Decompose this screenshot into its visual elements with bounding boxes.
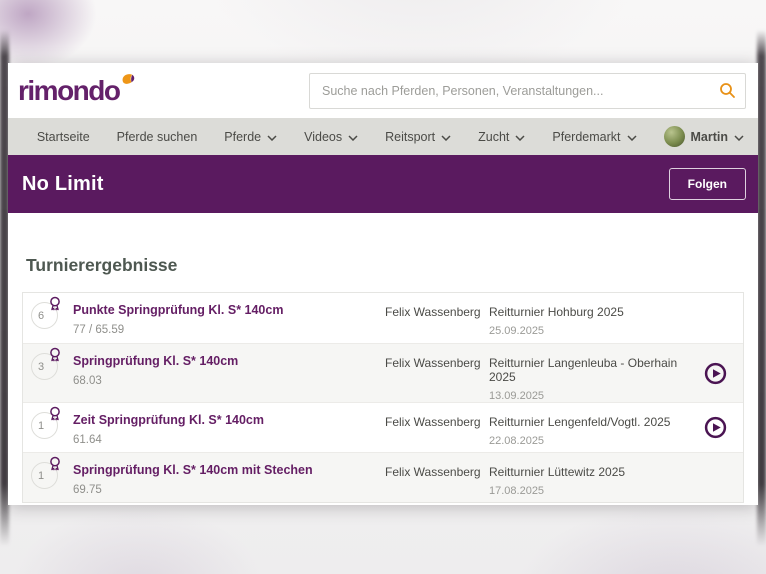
rosette-icon bbox=[47, 406, 63, 427]
page-title: No Limit bbox=[22, 173, 104, 196]
event-name[interactable]: Reitturnier Lüttewitz 2025 bbox=[489, 465, 687, 479]
placement-badge: 3 bbox=[31, 353, 58, 380]
rimondo-logo-mark-icon bbox=[121, 72, 136, 92]
nav-item-user-menu[interactable]: Martin bbox=[664, 126, 745, 147]
competition-score: 61.64 bbox=[73, 434, 385, 446]
competition-score: 69.75 bbox=[73, 484, 385, 496]
search-input[interactable] bbox=[309, 73, 746, 109]
nav-item-pferde-suchen[interactable]: Pferde suchen bbox=[117, 130, 198, 144]
result-row: 1 Springprüfung Kl. S* 140cm mit Stechen… bbox=[23, 452, 743, 502]
rider-name[interactable]: Felix Wassenberg bbox=[385, 453, 489, 502]
search-icon[interactable] bbox=[719, 82, 736, 104]
play-video-button[interactable] bbox=[704, 362, 727, 385]
result-row: 6 Punkte Springprüfung Kl. S* 140cm 77 /… bbox=[23, 293, 743, 343]
event-date: 13.09.2025 bbox=[489, 390, 687, 402]
chevron-down-icon bbox=[441, 130, 451, 144]
event-name[interactable]: Reitturnier Langenleuba - Oberhain 2025 bbox=[489, 356, 687, 384]
rosette-icon bbox=[47, 296, 63, 317]
competition-title[interactable]: Punkte Springprüfung Kl. S* 140cm bbox=[73, 303, 385, 317]
placement-badge: 6 bbox=[31, 302, 58, 329]
nav-item-pferde[interactable]: Pferde bbox=[224, 129, 277, 144]
site-header: rimondo bbox=[8, 63, 758, 118]
event-date: 17.08.2025 bbox=[489, 485, 687, 497]
content-area: Turnierergebnisse 6 Punkte Springprüfung… bbox=[8, 213, 758, 503]
rimondo-logo-text: rimondo bbox=[18, 75, 120, 106]
nav-item-pferdemarkt[interactable]: Pferdemarkt bbox=[552, 129, 636, 144]
rider-name[interactable]: Felix Wassenberg bbox=[385, 403, 489, 452]
results-table: 6 Punkte Springprüfung Kl. S* 140cm 77 /… bbox=[22, 292, 744, 503]
chevron-down-icon bbox=[515, 130, 525, 144]
nav-item-reitsport[interactable]: Reitsport bbox=[385, 129, 451, 144]
competition-title[interactable]: Springprüfung Kl. S* 140cm mit Stechen bbox=[73, 463, 385, 477]
user-avatar bbox=[664, 126, 685, 147]
placement-badge: 1 bbox=[31, 462, 58, 489]
backdrop-edge-right bbox=[757, 30, 766, 546]
horse-banner: No Limit Folgen bbox=[8, 155, 758, 213]
section-heading: Turnierergebnisse bbox=[26, 255, 744, 276]
placement-badge: 1 bbox=[31, 412, 58, 439]
nav-item-zucht[interactable]: Zucht bbox=[478, 129, 525, 144]
event-name[interactable]: Reitturnier Hohburg 2025 bbox=[489, 305, 687, 319]
chevron-down-icon bbox=[348, 130, 358, 144]
user-name: Martin bbox=[691, 130, 729, 144]
event-name[interactable]: Reitturnier Lengenfeld/Vogtl. 2025 bbox=[489, 415, 687, 429]
rimondo-logo[interactable]: rimondo bbox=[18, 75, 136, 107]
main-nav: Startseite Pferde suchen Pferde Videos R… bbox=[8, 118, 758, 155]
event-date: 22.08.2025 bbox=[489, 435, 687, 447]
follow-button[interactable]: Folgen bbox=[669, 168, 746, 200]
play-video-button[interactable] bbox=[704, 416, 727, 439]
chevron-down-icon bbox=[267, 130, 277, 144]
nav-item-videos[interactable]: Videos bbox=[304, 129, 358, 144]
search-bar bbox=[309, 73, 746, 109]
rider-name[interactable]: Felix Wassenberg bbox=[385, 344, 489, 402]
chevron-down-icon bbox=[627, 130, 637, 144]
rimondo-page: rimondo Startseite Pferde suchen Pferde … bbox=[8, 63, 758, 505]
chevron-down-icon bbox=[734, 130, 744, 144]
result-row: 1 Zeit Springprüfung Kl. S* 140cm 61.64 … bbox=[23, 402, 743, 452]
rosette-icon bbox=[47, 347, 63, 368]
event-date: 25.09.2025 bbox=[489, 325, 687, 337]
rosette-icon bbox=[47, 456, 63, 477]
competition-title[interactable]: Zeit Springprüfung Kl. S* 140cm bbox=[73, 413, 385, 427]
nav-item-startseite[interactable]: Startseite bbox=[37, 130, 90, 144]
result-row: 3 Springprüfung Kl. S* 140cm 68.03 Felix… bbox=[23, 343, 743, 402]
competition-score: 77 / 65.59 bbox=[73, 324, 385, 336]
competition-title[interactable]: Springprüfung Kl. S* 140cm bbox=[73, 354, 385, 368]
competition-score: 68.03 bbox=[73, 375, 385, 387]
rider-name[interactable]: Felix Wassenberg bbox=[385, 293, 489, 343]
